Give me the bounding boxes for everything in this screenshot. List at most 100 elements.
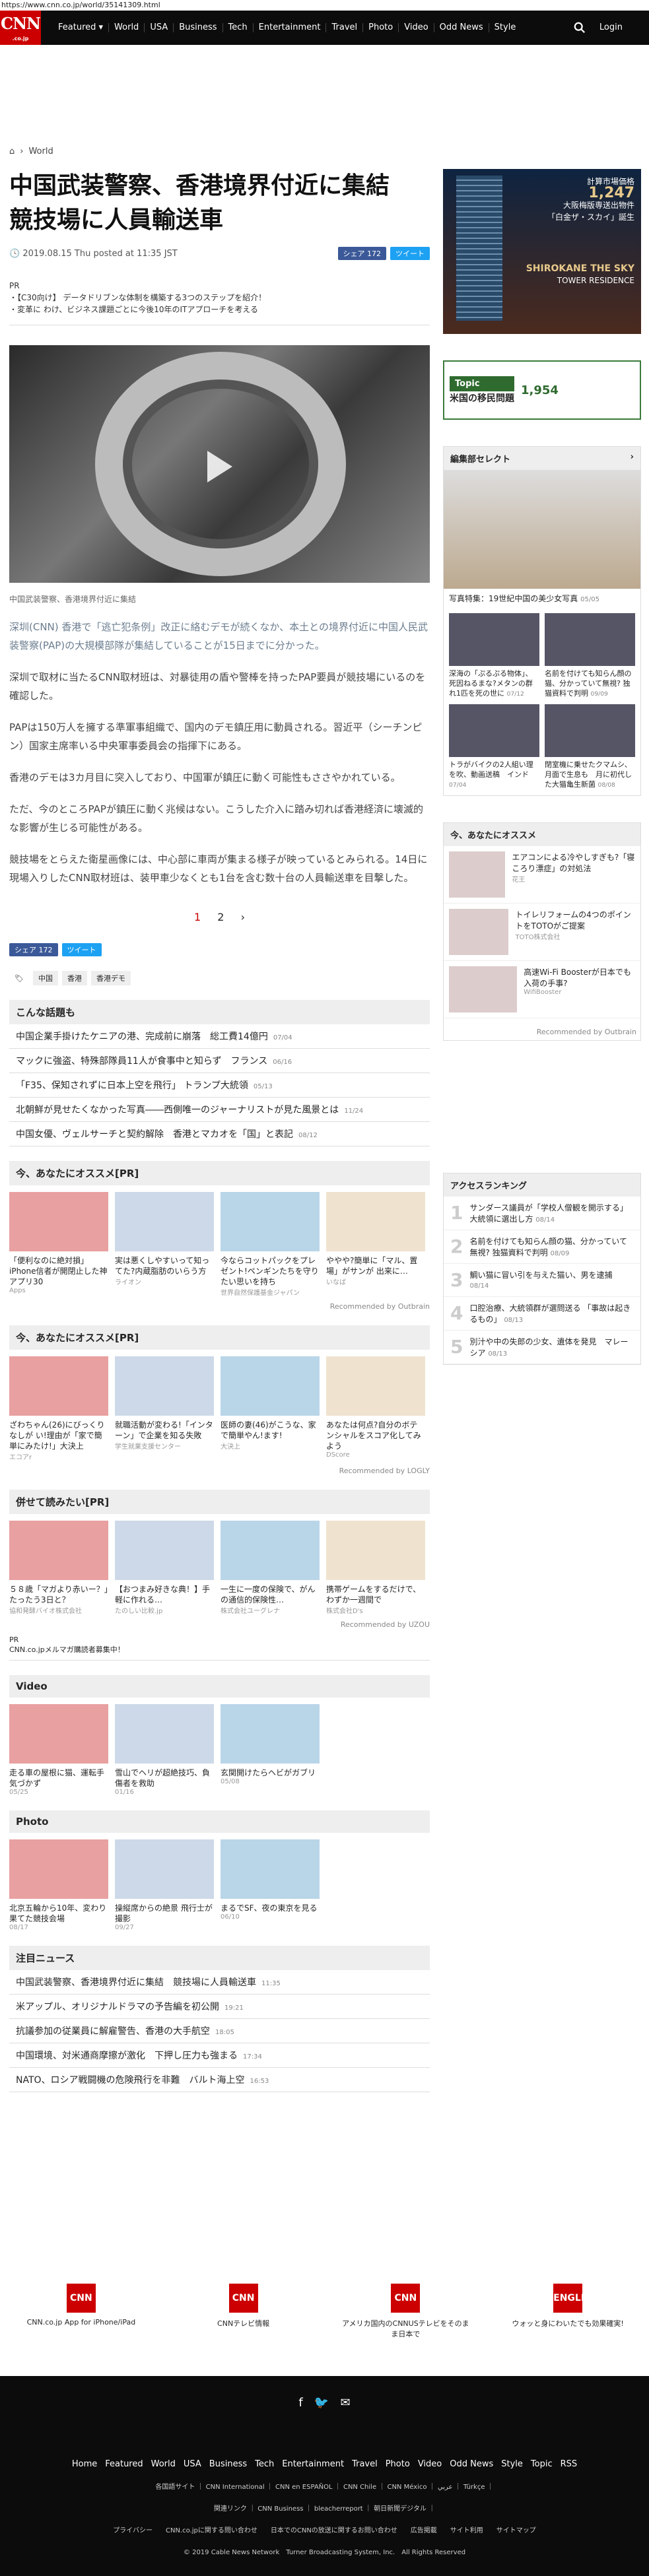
card-title[interactable]: 北京五輪から10年、変わり果てた競技会場	[9, 1903, 108, 1924]
pr-link[interactable]: ・変革に わけ、ビジネス課題ごとに今後10年のITアプローチを考える	[9, 304, 430, 315]
card-image[interactable]	[115, 1839, 214, 1899]
footer-nav-item[interactable]: RSS	[561, 2459, 578, 2469]
tag[interactable]: 香港	[61, 971, 87, 985]
card[interactable]: 操縦席からの絶景 飛行士が撮影 09/27	[115, 1839, 214, 1931]
nav-item[interactable]: Style	[489, 23, 522, 32]
card-image[interactable]	[221, 1356, 320, 1416]
nav-item[interactable]: USA	[145, 23, 174, 32]
news-item[interactable]: 北朝鮮が見せたくなかった写真――西側唯一のジャーナリストが見た風景とは 11/24	[9, 1098, 430, 1122]
chevron-right-icon[interactable]: ›	[631, 452, 634, 465]
card[interactable]: 今ならコットパックをプレゼント!ペンギンたちを守りたい思いを持ち 世界自然保護基金…	[221, 1192, 320, 1297]
select-item[interactable]: トラがバイクの2人組い理を吹、動画送稿 インド 07/04	[449, 704, 539, 790]
facebook-share-button[interactable]: シェア 172	[337, 247, 386, 260]
card-image[interactable]	[326, 1356, 425, 1416]
card-title[interactable]: 就職活動が変わる!「インターン」で企業を知る失敗	[115, 1420, 214, 1441]
card-image[interactable]	[326, 1192, 425, 1251]
oss-image[interactable]	[449, 851, 506, 898]
card-image[interactable]	[9, 1521, 108, 1580]
news-item[interactable]: 中国企業手掛けたケニアの港、完成前に崩落 総工費14億円 07/04	[9, 1024, 430, 1049]
news-item[interactable]: 中国環境、対米通商摩擦が激化 下押し圧力も強まる 17:34	[9, 2043, 430, 2068]
rank-title[interactable]: 鯛い猫に冒い引を与えた猫い、男を逮捕 08/14	[469, 1269, 634, 1291]
video-player[interactable]	[9, 345, 430, 583]
page-1[interactable]: 1	[194, 911, 201, 923]
select-title[interactable]: トラがバイクの2人組い理を吹、動画送稿 インド 07/04	[449, 760, 539, 790]
card-title[interactable]: ざわちゃん(26)にびっくりなしが い!理由が「家で簡単にみたけ!」大決上	[9, 1420, 108, 1451]
card-image[interactable]	[115, 1356, 214, 1416]
footer-nav-item[interactable]: Topic	[531, 2459, 553, 2469]
nav-item[interactable]: Travel	[326, 23, 364, 32]
card-image[interactable]	[221, 1192, 320, 1251]
pr-link[interactable]: ・【C30向け】 データドリブンな体制を構築する3つのステップを紹介！	[9, 292, 430, 304]
app-icon[interactable]: CNN	[66, 2284, 96, 2313]
app-link[interactable]: CNN CNN.co.jp App for iPhone/iPad	[15, 2284, 147, 2339]
select-main-image[interactable]	[444, 470, 640, 589]
select-item[interactable]: 閉室機に乗せたクマムシ、月面で生息も 月に初代した大猫亀生新菌 08/08	[545, 704, 635, 790]
nav-item[interactable]: Video	[399, 23, 434, 32]
nav-item[interactable]: Photo	[363, 23, 399, 32]
rank-item[interactable]: 3 鯛い猫に冒い引を与えた猫い、男を逮捕 08/14	[444, 1264, 640, 1297]
card-image[interactable]	[9, 1839, 108, 1899]
card-title[interactable]: 携帯ゲームをするだけで、わずか一週間で	[326, 1584, 425, 1605]
card-title[interactable]: 今ならコットパックをプレゼント!ペンギンたちを守りたい思いを持ち	[221, 1255, 320, 1287]
ad-shirokane[interactable]: 計算市場価格 1,247 大阪梅版専送出物件 「白金ザ・スカイ」誕生 SHIROKANE…	[443, 169, 641, 334]
select-image[interactable]	[545, 704, 635, 757]
card-title[interactable]: 雪山でヘリが超絶技巧、負傷者を救助	[115, 1767, 214, 1789]
card[interactable]: 【おつまみ好きな典！】手軽に作れる… たのしい比較.jp	[115, 1521, 214, 1615]
footer-nav-item[interactable]: Home	[72, 2459, 97, 2469]
card-image[interactable]	[115, 1521, 214, 1580]
nav-item[interactable]: Business	[174, 23, 223, 32]
app-link[interactable]: ENGLISH ウォッと身にわいたでも効果確実!	[502, 2284, 634, 2339]
oss-image[interactable]	[449, 909, 509, 955]
card-image[interactable]	[221, 1521, 320, 1580]
card-title[interactable]: 走る車の屋根に猫、運転手気づかず	[9, 1767, 108, 1789]
card-title[interactable]: あなたは何点?自分のボテンシャルをスコア化してみよう	[326, 1420, 425, 1451]
select-title[interactable]: 深海の「ぷるぷる物体」、死因ねるまな?メタンの群れ1匹を死の世に 07/12	[449, 669, 539, 699]
footer-nav-item[interactable]: World	[151, 2459, 176, 2469]
app-link[interactable]: CNN CNNテレビ情報	[178, 2284, 310, 2339]
oss-image[interactable]	[449, 966, 518, 1012]
app-icon[interactable]: CNN	[391, 2284, 421, 2313]
oss-item[interactable]: エアコンによる冷やしすぎも?「寝ころり漂症」の対処法 花王	[444, 846, 640, 904]
news-item[interactable]: 抗議参加の従業員に解雇警告、香港の大手航空 18:05	[9, 2019, 430, 2043]
oss-title[interactable]: トイレリフォームの4つのポイントをTOTOがご提案	[515, 909, 635, 931]
rank-item[interactable]: 1 サンダース議員が「学校人僧観を開示する」大統領に選出し方 08/14	[444, 1197, 640, 1230]
app-link[interactable]: CNN アメリカ国内のCNNUSテレビをそのまま日本で	[339, 2284, 471, 2339]
card[interactable]: 一生に一度の保険で、がんの通信的保険性… 株式会社ユーグレナ	[221, 1521, 320, 1615]
footer-nav-item[interactable]: Style	[501, 2459, 523, 2469]
card[interactable]: ざわちゃん(26)にびっくりなしが い!理由が「家で簡単にみたけ!」大決上 エコア…	[9, 1356, 108, 1461]
oss-item[interactable]: 高速Wi-Fi Boosterが日本でも入荷の手事? WifiBooster	[444, 961, 640, 1018]
ad-topic[interactable]: Topic 米国の移民問題 1,954	[443, 360, 641, 420]
footer-nav-item[interactable]: USA	[184, 2459, 201, 2469]
rank-title[interactable]: 別汁や中の失郎の少女、遺体を発見 マレーシア 08/13	[469, 1336, 634, 1358]
card-image[interactable]	[115, 1704, 214, 1764]
card-image[interactable]	[115, 1192, 214, 1251]
next-page[interactable]: ›	[241, 911, 245, 923]
twitter-share-button[interactable]: ツイート	[61, 943, 102, 956]
card[interactable]: 北京五輪から10年、変わり果てた競技会場 08/17	[9, 1839, 108, 1931]
select-image[interactable]	[449, 704, 539, 757]
card-image[interactable]	[221, 1704, 320, 1764]
breadcrumb-world[interactable]: World	[28, 147, 53, 156]
footer-nav-item[interactable]: Odd News	[450, 2459, 493, 2469]
nav-item[interactable]: Entertainment	[254, 23, 327, 32]
logly-credit[interactable]: Recommended by LOGLY	[9, 1467, 430, 1475]
login-link[interactable]: Login	[599, 22, 623, 34]
rank-title[interactable]: サンダース議員が「学校人僧観を開示する」大統領に選出し方 08/14	[469, 1202, 634, 1224]
news-item[interactable]: マックに強盗、特殊部隊員11人が食事中と知らず フランス 06/16	[9, 1049, 430, 1073]
card[interactable]: まるでSF、夜の東京を見る 06/10	[221, 1839, 320, 1931]
select-title[interactable]: 名前を付けても知らん顔の猫、分かっていて無視? 独猫資料で判明 09/09	[545, 669, 635, 699]
card-image[interactable]	[221, 1839, 320, 1899]
select-title[interactable]: 閉室機に乗せたクマムシ、月面で生息も 月に初代した大猫亀生新菌 08/08	[545, 760, 635, 790]
card-title[interactable]: 【おつまみ好きな典！】手軽に作れる…	[115, 1584, 214, 1605]
card[interactable]: 実は悪くしやすいって知ってた?内蔵脂肪のいらう方 ライオン	[115, 1192, 214, 1297]
home-icon[interactable]: ⌂	[9, 147, 15, 156]
card-title[interactable]: 操縦席からの絶景 飛行士が撮影	[115, 1903, 214, 1924]
news-item[interactable]: 中国武装警察、香港境界付近に集結 競技場に人員輸送車 11:35	[9, 1970, 430, 1995]
mailmag-link[interactable]: CNN.co.jpメルマガ購読者募集中！	[9, 1645, 125, 1654]
select-image[interactable]	[449, 613, 539, 666]
footer-nav-item[interactable]: Business	[209, 2459, 247, 2469]
outbrain-credit[interactable]: Recommended by Outbrain	[9, 1302, 430, 1311]
oss-title[interactable]: 高速Wi-Fi Boosterが日本でも入荷の手事?	[524, 966, 635, 989]
facebook-share-button[interactable]: シェア 172	[9, 943, 58, 956]
card-title[interactable]: ５８歳「マガより赤いー？」たったう3日と？	[9, 1584, 108, 1605]
